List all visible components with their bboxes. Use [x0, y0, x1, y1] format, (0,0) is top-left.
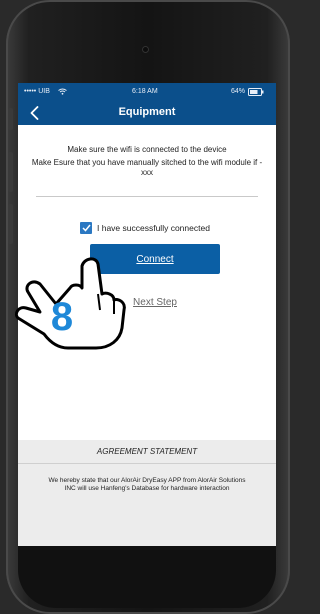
instructions: Make sure the wifi is connected to the d…: [26, 145, 268, 178]
divider: [36, 196, 258, 197]
instruction-line-2: Make Esure that you have manually sitche…: [31, 158, 263, 177]
hand-pointer-icon: 8: [14, 257, 126, 350]
carrier-label: ••••• UIB: [24, 88, 50, 95]
wifi-icon: [58, 88, 67, 95]
step-number: 8: [51, 295, 73, 339]
volume-down-button: [8, 204, 13, 244]
nav-bar: Equipment: [18, 101, 276, 125]
phone-chin: [18, 546, 276, 608]
mute-switch: [8, 108, 13, 130]
agreement-divider: [18, 463, 276, 464]
connected-checkbox[interactable]: [80, 222, 92, 234]
status-time: 6:18 AM: [132, 88, 158, 95]
page-title: Equipment: [118, 106, 176, 118]
status-bar: ••••• UIB 6:18 AM 64%: [18, 83, 276, 101]
battery-percent: 64%: [231, 88, 246, 95]
instruction-line-1: Make sure the wifi is connected to the d…: [67, 145, 227, 154]
battery-icon: [248, 88, 264, 96]
agreement-section: AGREEMENT STATEMENT We hereby state that…: [18, 440, 276, 546]
volume-up-button: [8, 152, 13, 192]
agreement-text: We hereby state that our AlorAir DryEasy…: [48, 477, 246, 492]
connected-checkbox-label: I have successfully connected: [97, 223, 210, 233]
agreement-title: AGREEMENT STATEMENT: [96, 447, 198, 456]
front-camera: [142, 46, 149, 53]
check-icon: [81, 224, 91, 232]
connected-checkbox-row[interactable]: I have successfully connected: [80, 221, 210, 235]
